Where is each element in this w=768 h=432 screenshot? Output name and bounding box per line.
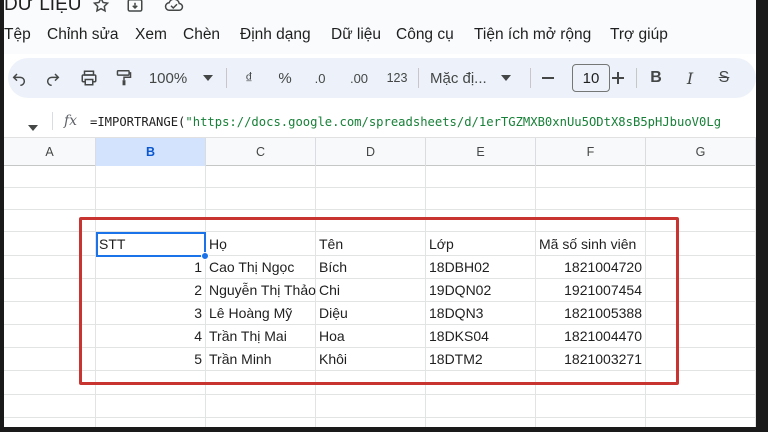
column-header-c[interactable]: C: [206, 138, 316, 166]
font-dropdown-icon: [500, 75, 511, 81]
zoom-dropdown-icon: [203, 75, 214, 81]
grid-line: [755, 166, 756, 427]
toolbar: 100% ₫ % .0 .00 123 Mặc đị... 10 B I S: [8, 58, 756, 98]
grid-line: [4, 187, 756, 188]
bold-button[interactable]: B: [644, 58, 668, 98]
menu-edit[interactable]: Chỉnh sửa: [47, 26, 119, 44]
undo-icon: [11, 70, 27, 86]
increase-font-size-button[interactable]: [606, 58, 630, 98]
plus-icon: [611, 71, 625, 85]
italic-button[interactable]: I: [678, 58, 702, 98]
toolbar-separator: [530, 68, 531, 88]
menu-data[interactable]: Dữ liệu: [331, 26, 381, 44]
print-button[interactable]: [76, 58, 102, 98]
increase-decimal-button[interactable]: .00: [342, 58, 376, 98]
column-header-g[interactable]: G: [646, 138, 756, 166]
paint-format-button[interactable]: [112, 58, 136, 98]
formula-input[interactable]: =IMPORTRANGE("https://docs.google.com/sp…: [90, 115, 756, 129]
document-title[interactable]: DỮ LIỆU: [4, 0, 81, 16]
star-icon[interactable]: [92, 0, 110, 14]
formula-url-string: "https://docs.google.com/spreadsheets/d/…: [185, 115, 722, 129]
column-header-a[interactable]: A: [4, 138, 96, 166]
minus-icon: [541, 71, 555, 85]
menu-view[interactable]: Xem: [135, 26, 167, 44]
highlight-box: [79, 217, 679, 385]
currency-format-button[interactable]: ₫: [236, 58, 262, 98]
font-size-input[interactable]: 10: [572, 64, 610, 92]
grid-line: [4, 209, 756, 210]
menu-file[interactable]: Tệp: [4, 26, 31, 44]
undo-button[interactable]: [8, 58, 30, 98]
column-header-d[interactable]: D: [316, 138, 426, 166]
column-header-row: A B C D E F G: [4, 138, 756, 166]
formula-separator: [52, 112, 53, 130]
zoom-select[interactable]: 100%: [146, 58, 216, 98]
redo-icon: [45, 70, 61, 86]
cloud-status-icon[interactable]: [164, 0, 184, 14]
menu-help[interactable]: Trợ giúp: [610, 26, 668, 44]
column-header-f[interactable]: F: [536, 138, 646, 166]
frame-right: [756, 0, 768, 432]
toolbar-separator: [418, 68, 419, 88]
menu-format[interactable]: Định dạng: [240, 26, 311, 44]
decrease-decimal-label: .0: [314, 70, 326, 86]
decrease-font-size-button[interactable]: [536, 58, 560, 98]
grid-line: [4, 417, 756, 418]
print-icon: [80, 69, 98, 87]
increase-decimal-label: .00: [349, 70, 369, 86]
toolbar-separator: [636, 68, 637, 88]
sheet-grid[interactable]: STT Họ Tên Lớp Mã số sinh viên 1 Cao Thị…: [4, 166, 756, 427]
decrease-decimal-button[interactable]: .0: [306, 58, 334, 98]
menu-bar: Tệp Chỉnh sửa Xem Chèn Định dạng Dữ liệu…: [4, 18, 756, 54]
column-header-b[interactable]: B: [96, 138, 206, 166]
redo-button[interactable]: [42, 58, 64, 98]
formula-bar: fx =IMPORTRANGE("https://docs.google.com…: [4, 104, 756, 138]
font-family-value: Mặc đị...: [430, 69, 487, 87]
frame-bottom: [0, 427, 768, 432]
percent-format-button[interactable]: %: [272, 58, 298, 98]
formula-prefix: =IMPORTRANGE(: [90, 115, 186, 129]
column-header-e[interactable]: E: [426, 138, 536, 166]
menu-tools[interactable]: Công cụ: [396, 26, 454, 44]
name-box-dropdown-icon[interactable]: [28, 118, 38, 136]
move-to-folder-icon[interactable]: [126, 0, 144, 14]
grid-line: [4, 394, 756, 395]
zoom-value: 100%: [148, 69, 188, 87]
number-format-button[interactable]: 123: [380, 58, 414, 98]
paint-format-icon: [116, 69, 132, 87]
menu-insert[interactable]: Chèn: [183, 26, 220, 44]
font-family-select[interactable]: Mặc đị...: [426, 58, 526, 98]
title-row: DỮ LIỆU: [4, 0, 756, 18]
menu-extensions[interactable]: Tiện ích mở rộng: [474, 26, 591, 44]
fx-icon: fx: [64, 113, 78, 129]
strikethrough-button[interactable]: S: [712, 58, 736, 98]
toolbar-separator: [226, 68, 227, 88]
